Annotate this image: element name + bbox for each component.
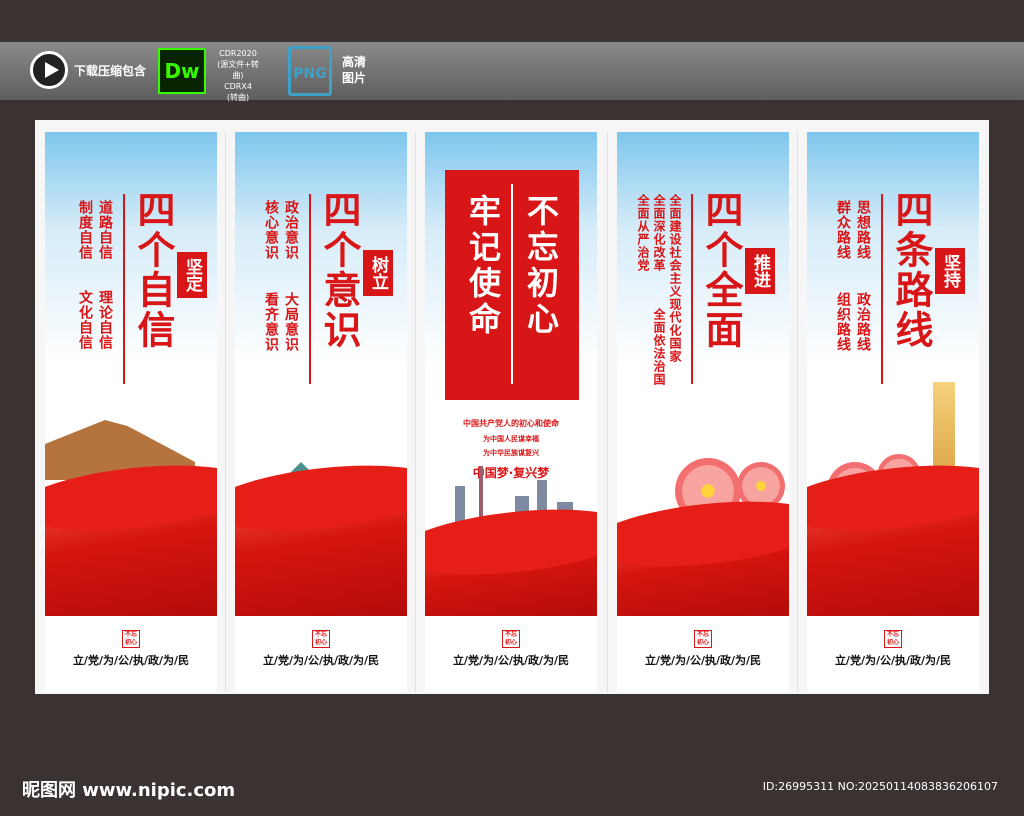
center-title-left: 牢记使命 [464, 194, 502, 338]
panel-sub-3: 大局意识 [283, 292, 299, 352]
panel-artwork: 不忘初心 牢记使命 中国共产党人的初心和使命 为中国人民谋幸福 为中华民族谋复兴… [425, 132, 597, 616]
panel-motto: 立/党/为/公/执/政/为/民 [72, 654, 190, 667]
panel-four-consciousness: 政治意识 核心意识 大局意识 看齐意识 四个意识 树立 不忘初心 立/党/为/公… [235, 132, 407, 692]
panel-original-aspiration: 不忘初心 牢记使命 中国共产党人的初心和使命 为中国人民谋幸福 为中华民族谋复兴… [425, 132, 597, 692]
format-info: CDR2020 (源文件+转曲) CDRX4 (转曲) [214, 48, 262, 103]
divider-line [691, 194, 693, 384]
panel-badge: 坚持 [935, 248, 965, 294]
panel-motto: 立/党/为/公/执/政/为/民 [452, 654, 570, 667]
poster-board: 道路自信 制度自信 理论自信 文化自信 四个自信 坚定 不忘初心 立/党/为/公… [35, 120, 989, 694]
panel-sub-4: 全面从严治党 [636, 194, 650, 272]
divider-line [309, 194, 311, 384]
panel-sub-1: 思想路线 [855, 200, 871, 260]
dreamweaver-icon: Dw [158, 48, 206, 94]
panel-motto: 立/党/为/公/执/政/为/民 [644, 654, 762, 667]
panel-four-lines: 思想路线 群众路线 政治路线 组织路线 四条路线 坚持 不忘初心 立/党/为/公… [807, 132, 979, 692]
red-ribbon [45, 496, 217, 616]
panel-sub-4: 看齐意识 [263, 292, 279, 352]
seal-stamp: 不忘初心 [884, 630, 902, 648]
image-id: ID:26995311 NO:20250114083836206107 [762, 780, 998, 793]
center-title-right: 不忘初心 [522, 194, 560, 338]
red-ribbon [807, 496, 979, 616]
panel-title: 四条路线 [889, 190, 934, 350]
hd-label: 高清图片 [342, 55, 367, 85]
format-line: (源文件+转曲) [217, 60, 259, 80]
panel-sub-2: 核心意识 [263, 200, 279, 260]
panel-separator [225, 132, 226, 692]
divider-line [123, 194, 125, 384]
panel-separator [797, 132, 798, 692]
seal-stamp: 不忘初心 [694, 630, 712, 648]
panel-badge: 推进 [745, 248, 775, 294]
center-line-2: 为中国人民谋幸福 [483, 435, 539, 443]
png-file-icon: PNG [288, 46, 332, 96]
panel-artwork: 思想路线 群众路线 政治路线 组织路线 四条路线 坚持 [807, 132, 979, 616]
format-line: CDRX4 [224, 82, 252, 91]
panel-title: 四个全面 [699, 190, 744, 350]
center-line-1: 中国共产党人的初心和使命 [463, 419, 559, 428]
panel-separator [415, 132, 416, 692]
red-ribbon [235, 496, 407, 616]
center-line-4: 中国梦·复兴梦 [472, 466, 550, 480]
panel-sub-3: 全面依法治国 [652, 308, 666, 386]
panel-sub-4: 组织路线 [835, 292, 851, 352]
panel-separator [607, 132, 608, 692]
red-ribbon [425, 540, 597, 616]
divider-line [511, 184, 513, 384]
panel-badge: 坚定 [177, 252, 207, 298]
panel-sub-1: 政治意识 [283, 200, 299, 260]
panel-artwork: 道路自信 制度自信 理论自信 文化自信 四个自信 坚定 [45, 132, 217, 616]
red-ribbon [617, 532, 789, 616]
panel-sub-2: 全面深化改革 [652, 194, 666, 272]
panel-sub-2: 群众路线 [835, 200, 851, 260]
panel-motto: 立/党/为/公/执/政/为/民 [834, 654, 952, 667]
panel-sub-3: 理论自信 [97, 290, 113, 350]
panel-motto: 立/党/为/公/执/政/为/民 [262, 654, 380, 667]
download-label: 下载压缩包含 [74, 64, 147, 78]
info-bar: 下载压缩包含 Dw CDR2020 (源文件+转曲) CDRX4 (转曲) PN… [0, 42, 1024, 103]
seal-stamp: 不忘初心 [312, 630, 330, 648]
panel-sub-3: 政治路线 [855, 292, 871, 352]
format-line: CDR2020 [219, 49, 257, 58]
panel-title: 四个自信 [131, 190, 176, 350]
divider-line [881, 194, 883, 384]
panel-badge: 树立 [363, 250, 393, 296]
panel-four-comprehensives: 全面建设社会主义现代化国家 全面深化改革 全面依法治国 全面从严治党 四个全面 … [617, 132, 789, 692]
panel-title: 四个意识 [317, 190, 362, 350]
panel-artwork: 政治意识 核心意识 大局意识 看齐意识 四个意识 树立 [235, 132, 407, 616]
panel-sub-4: 文化自信 [77, 290, 93, 350]
panel-artwork: 全面建设社会主义现代化国家 全面深化改革 全面依法治国 全面从严治党 四个全面 … [617, 132, 789, 616]
center-title-box: 不忘初心 牢记使命 [445, 170, 579, 400]
site-watermark: 昵图网 www.nipic.com [22, 780, 236, 801]
panel-four-confidences: 道路自信 制度自信 理论自信 文化自信 四个自信 坚定 不忘初心 立/党/为/公… [45, 132, 217, 692]
seal-stamp: 不忘初心 [502, 630, 520, 648]
panel-sub-1: 全面建设社会主义现代化国家 [668, 194, 682, 363]
seal-stamp: 不忘初心 [122, 630, 140, 648]
center-line-3: 为中华民族谋复兴 [483, 449, 539, 457]
play-icon [30, 51, 68, 89]
format-line: (转曲) [226, 93, 250, 102]
